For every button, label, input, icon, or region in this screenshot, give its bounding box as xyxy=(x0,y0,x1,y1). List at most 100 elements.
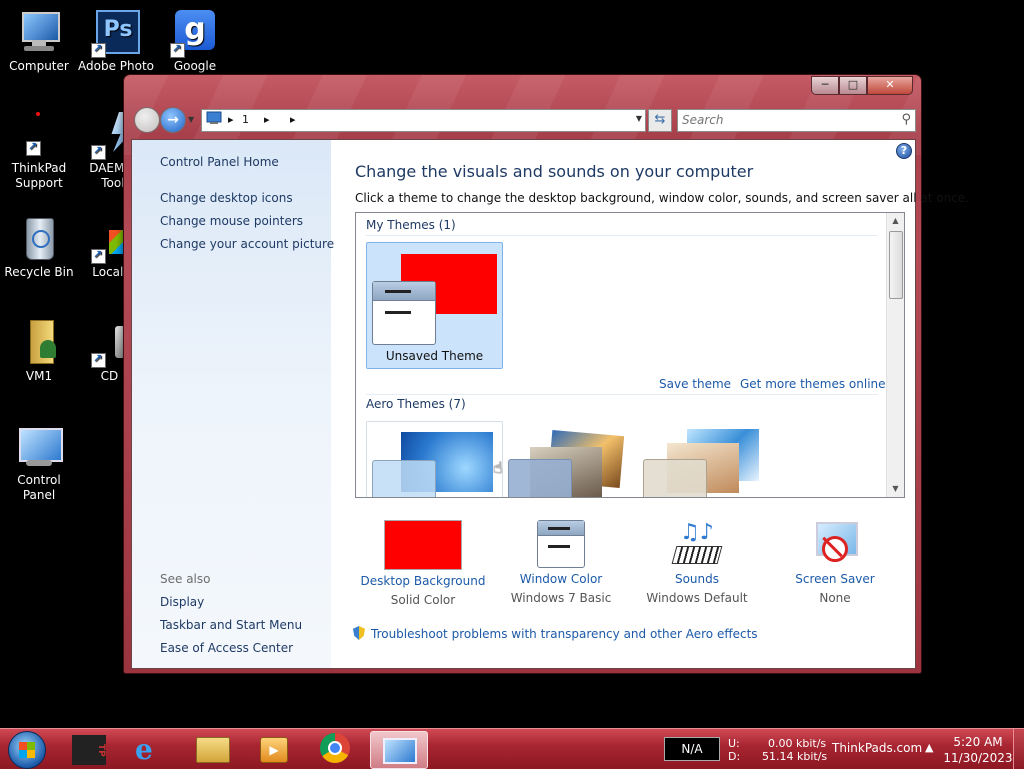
troubleshoot-label[interactable]: Troubleshoot problems with transparency … xyxy=(371,627,758,641)
personalization-window: ─ □ ✕ → ▼ ▸ 1 ▸ ▸ ▼ ⇆ ⚲ Control Panel Ho… xyxy=(123,74,969,674)
site-label: ThinkPads.com xyxy=(832,741,923,755)
page-title: Change the visuals and sounds on your co… xyxy=(355,162,754,181)
aero-theme-characters-tile[interactable] xyxy=(641,421,776,497)
window-color-preview-icon xyxy=(372,460,436,497)
aero-theme-windows7-tile[interactable] xyxy=(366,421,503,497)
internet-explorer-icon: e xyxy=(135,733,153,766)
window-client-area: Control Panel Home Change desktop icons … xyxy=(131,139,969,669)
net-down-label: D: xyxy=(728,750,741,763)
sounds-option[interactable]: ♫♪ Sounds Windows Default xyxy=(632,520,762,605)
taskbar-start-menu-link[interactable]: Taskbar and Start Menu xyxy=(160,618,302,632)
start-button[interactable] xyxy=(8,731,46,769)
desktop-icon-control-panel[interactable]: Control Panel xyxy=(1,424,77,503)
photoshop-icon: Ps xyxy=(91,10,140,58)
scroll-down-arrow-icon[interactable]: ▼ xyxy=(887,481,904,497)
ease-of-access-center-link[interactable]: Ease of Access Center xyxy=(160,641,293,655)
left-task-pane: Control Panel Home Change desktop icons … xyxy=(132,140,334,668)
search-input[interactable] xyxy=(678,110,886,130)
indicator-box[interactable]: N/A xyxy=(664,737,720,761)
scroll-up-arrow-icon[interactable]: ▲ xyxy=(887,213,904,229)
scrollbar-thumb[interactable] xyxy=(889,231,903,299)
sounds-value: Windows Default xyxy=(646,591,748,605)
window-color-value: Windows 7 Basic xyxy=(510,591,612,605)
internet-explorer-taskbar-button[interactable]: e xyxy=(123,731,179,767)
desktop-icon-adobe-photoshop[interactable]: Ps Adobe Photo xyxy=(78,10,154,74)
minimize-button[interactable]: ─ xyxy=(811,76,839,95)
desktop-icon-thinkpad-support[interactable]: ThinkPad Support xyxy=(1,112,77,191)
desktop-icon-computer[interactable]: Computer xyxy=(1,10,77,74)
show-hidden-icons-icon[interactable]: ▲ xyxy=(925,741,933,754)
search-icon[interactable]: ⚲ xyxy=(901,112,911,127)
net-down-speed: 51.14 kbit/s xyxy=(762,750,828,763)
taskbar: TP e ▶ N/A U: D: 0.00 kbit/s 51.14 kbit/… xyxy=(0,728,1024,769)
recent-pages-dropdown-icon[interactable]: ▼ xyxy=(188,115,194,124)
desktop-icon-recycle-bin[interactable]: Recycle Bin xyxy=(1,216,77,280)
address-bar[interactable]: ▸ 1 ▸ ▸ ▼ xyxy=(201,109,646,132)
troubleshoot-link[interactable]: Troubleshoot problems with transparency … xyxy=(353,626,758,641)
breadcrumb-separator-icon[interactable]: ▸ xyxy=(228,113,234,126)
shortcut-arrow-icon xyxy=(26,139,41,156)
desktop-icon-google[interactable]: g Google xyxy=(157,10,233,74)
unsaved-theme-tile[interactable]: Unsaved Theme xyxy=(366,242,503,369)
refresh-icon[interactable]: ⇆ xyxy=(648,109,672,132)
shield-icon xyxy=(353,626,365,640)
desktop-background-link[interactable]: Desktop Background xyxy=(358,574,488,588)
get-more-themes-link[interactable]: Get more themes online xyxy=(740,377,886,391)
desktop-icon-label: Google xyxy=(173,59,217,73)
breadcrumb-separator-icon[interactable]: ▸ xyxy=(290,113,296,126)
window-color-option[interactable]: Window Color Windows 7 Basic xyxy=(496,520,626,605)
chrome-taskbar-button[interactable] xyxy=(308,731,364,767)
breadcrumb-segment[interactable]: 1 xyxy=(242,113,249,126)
window-color-preview-icon xyxy=(643,459,707,497)
close-button[interactable]: ✕ xyxy=(867,76,913,95)
clock-time[interactable]: 5:20 AM xyxy=(946,735,1010,749)
control-panel-icon xyxy=(383,738,417,764)
sounds-link[interactable]: Sounds xyxy=(632,572,762,586)
display-link[interactable]: Display xyxy=(160,595,204,609)
net-up-speed: 0.00 kbit/s xyxy=(768,737,827,750)
change-mouse-pointers-link[interactable]: Change mouse pointers xyxy=(160,214,303,228)
control-panel-breadcrumb-icon xyxy=(206,111,222,128)
caption-buttons: ─ □ ✕ xyxy=(811,76,913,95)
search-box[interactable]: ⚲ xyxy=(677,109,916,132)
computer-icon xyxy=(16,10,62,56)
save-theme-link[interactable]: Save theme xyxy=(659,377,731,391)
help-icon[interactable]: ? xyxy=(896,143,912,159)
screen-saver-link[interactable]: Screen Saver xyxy=(770,572,900,586)
desktop-icon-label: VM1 xyxy=(25,369,53,383)
main-content: ? Change the visuals and sounds on your … xyxy=(331,140,969,668)
screen-saver-option[interactable]: Screen Saver None xyxy=(770,520,900,605)
desktop-icon-label: Computer xyxy=(9,59,69,73)
breadcrumb-separator-icon[interactable]: ▸ xyxy=(264,113,270,126)
control-panel-home-link[interactable]: Control Panel Home xyxy=(160,155,279,169)
group-divider xyxy=(366,394,878,395)
forward-button[interactable]: → xyxy=(160,107,186,133)
windows-explorer-taskbar-button[interactable] xyxy=(184,731,240,767)
desktop-icon-label: Control Panel xyxy=(17,473,61,502)
change-desktop-icons-link[interactable]: Change desktop icons xyxy=(160,191,293,205)
window-color-icon xyxy=(537,520,585,568)
desktop-icon-vm1[interactable]: VM1 xyxy=(1,320,77,384)
themes-scrollbar[interactable]: ▲ ▼ xyxy=(886,213,904,497)
desktop-background-option[interactable]: Desktop Background Solid Color xyxy=(358,520,488,607)
aero-theme-architecture-tile[interactable] xyxy=(506,421,641,497)
maximize-button[interactable]: □ xyxy=(839,76,867,95)
see-also-heading: See also xyxy=(160,572,211,586)
thinkpad-taskbar-button[interactable]: TP xyxy=(64,731,120,767)
window-color-link[interactable]: Window Color xyxy=(496,572,626,586)
address-dropdown-icon[interactable]: ▼ xyxy=(636,114,642,123)
show-desktop-button[interactable] xyxy=(1013,729,1024,769)
clock-date[interactable]: 11/30/2023 xyxy=(942,751,1014,765)
themes-list: My Themes (1) Unsaved Theme Save theme G… xyxy=(355,212,905,498)
navigation-bar: → ▼ ▸ 1 ▸ ▸ ▼ ⇆ ⚲ xyxy=(131,105,916,135)
screen-saver-icon xyxy=(810,520,860,568)
sounds-icon: ♫♪ xyxy=(671,520,723,568)
back-button[interactable] xyxy=(134,107,160,133)
theme-name: Unsaved Theme xyxy=(385,349,484,363)
change-account-picture-link[interactable]: Change your account picture xyxy=(160,237,334,251)
control-panel-taskbar-button[interactable] xyxy=(370,731,428,769)
media-player-taskbar-button[interactable]: ▶ xyxy=(246,731,302,767)
shortcut-arrow-icon xyxy=(170,41,185,58)
group-divider xyxy=(366,235,878,236)
folder-icon xyxy=(196,737,230,763)
